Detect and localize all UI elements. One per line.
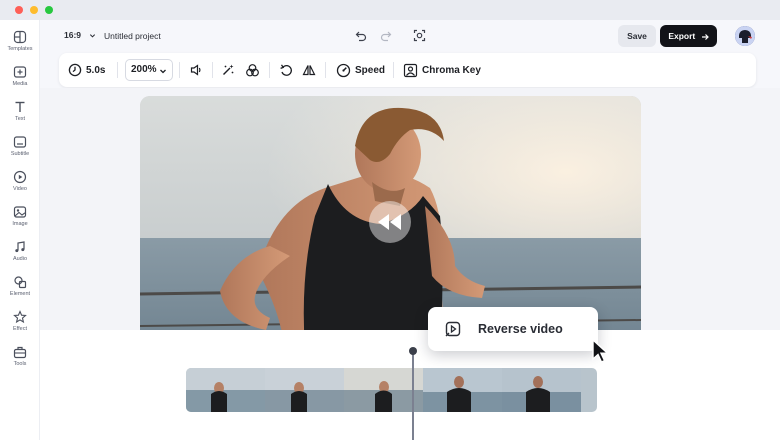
avatar[interactable] (735, 26, 755, 46)
clip-thumbnail (265, 368, 344, 412)
templates-icon (13, 30, 27, 44)
sidebar-item-label: Video (13, 186, 27, 192)
redo-icon[interactable] (380, 30, 392, 42)
zoom-value: 200% (131, 64, 157, 75)
window-close-button[interactable] (15, 6, 23, 14)
sidebar-item-label: Image (12, 221, 28, 227)
sidebar-item-label: Tools (13, 361, 27, 367)
window-minimize-button[interactable] (30, 6, 38, 14)
sidebar-item-label: Text (14, 116, 26, 122)
rotate-button[interactable] (279, 53, 293, 87)
chevron-down-icon (90, 34, 96, 38)
sidebar-item-templates[interactable]: Templates (0, 30, 40, 64)
sidebar-item-audio[interactable]: Audio (0, 240, 40, 274)
screenshot-icon[interactable] (413, 29, 426, 42)
flip-icon (302, 65, 316, 76)
top-bar: 16:9 Untitled project Save Export (40, 20, 780, 52)
speed-button[interactable]: Speed (336, 53, 385, 87)
playhead[interactable] (412, 349, 414, 440)
duration-control[interactable]: 5.0s (68, 53, 105, 87)
sidebar-item-element[interactable]: Element (0, 275, 40, 309)
element-icon (14, 276, 27, 289)
sidebar-item-label: Media (12, 81, 28, 87)
export-button[interactable]: Export (660, 25, 717, 47)
avatar-image (735, 26, 755, 46)
project-title[interactable]: Untitled project (104, 31, 161, 41)
rotate-icon (280, 64, 292, 76)
save-button[interactable]: Save (618, 25, 656, 47)
sidebar-item-label: Audio (12, 256, 28, 262)
image-icon (13, 206, 27, 218)
audio-icon (15, 241, 25, 253)
sidebar-item-image[interactable]: Image (0, 205, 40, 239)
toolbar-divider (117, 62, 118, 78)
reverse-video-icon (445, 321, 461, 337)
chroma-key-label: Chroma Key (422, 64, 481, 76)
sidebar-item-label: Subtitle (10, 151, 30, 157)
duration-value: 5.0s (86, 64, 106, 76)
subtitle-icon (13, 136, 27, 148)
effect-icon (13, 310, 27, 324)
sidebar-item-tools[interactable]: Tools (0, 345, 40, 379)
toolbar-divider (179, 62, 180, 78)
video-clip-track[interactable] (186, 368, 597, 412)
arrow-right-icon (701, 33, 709, 40)
rewind-button[interactable] (369, 201, 411, 243)
aspect-ratio-select[interactable]: 16:9 (64, 30, 96, 40)
media-icon (13, 66, 27, 78)
reverse-video-popover[interactable]: Reverse video (428, 307, 598, 351)
sidebar-item-media[interactable]: Media (0, 65, 40, 99)
clip-thumbnail (186, 368, 265, 412)
playhead-handle[interactable] (409, 347, 417, 355)
reverse-video-label: Reverse video (478, 322, 563, 336)
color-circles-icon (246, 63, 259, 76)
color-adjust-button[interactable] (245, 53, 260, 87)
mouse-cursor-icon (592, 338, 610, 363)
chroma-key-icon (403, 63, 418, 77)
chroma-key-button[interactable]: Chroma Key (403, 53, 481, 87)
clock-icon (68, 63, 82, 77)
chevron-down-icon (160, 69, 166, 74)
sidebar-item-label: Templates (7, 46, 33, 52)
speaker-icon (190, 64, 201, 76)
edit-toolbar: 5.0s 200% Speed Chroma Key (59, 53, 756, 87)
sidebar-item-subtitle[interactable]: Subtitle (0, 135, 40, 169)
flip-button[interactable] (302, 53, 316, 87)
sidebar-item-label: Effect (13, 326, 27, 332)
rewind-icon (378, 214, 401, 230)
toolbar-divider (269, 62, 270, 78)
toolbar-divider (212, 62, 213, 78)
speedometer-icon (336, 63, 351, 77)
sidebar-item-label: Element (9, 291, 31, 297)
sidebar-item-effect[interactable]: Effect (0, 310, 40, 344)
video-icon (13, 170, 27, 184)
aspect-ratio-value: 16:9 (64, 30, 82, 40)
sidebar-item-text[interactable]: Text (0, 100, 40, 134)
magic-wand-icon (223, 64, 234, 75)
window-titlebar (0, 0, 780, 20)
sidebar: Templates Media Text Subtitle Video Imag… (0, 20, 40, 440)
window-maximize-button[interactable] (45, 6, 53, 14)
toolbar-divider (393, 62, 394, 78)
magic-wand-button[interactable] (221, 53, 235, 87)
volume-button[interactable] (189, 53, 203, 87)
zoom-select[interactable]: 200% (125, 59, 173, 81)
export-button-label: Export (668, 31, 696, 41)
clip-thumbnail (502, 368, 581, 412)
clip-thumbnail (423, 368, 502, 412)
text-icon (15, 101, 25, 112)
speed-label: Speed (355, 64, 386, 76)
app-window: Templates Media Text Subtitle Video Imag… (0, 0, 780, 440)
toolbar-divider (325, 62, 326, 78)
undo-icon[interactable] (355, 30, 367, 42)
sidebar-item-video[interactable]: Video (0, 170, 40, 204)
tools-icon (13, 346, 27, 359)
